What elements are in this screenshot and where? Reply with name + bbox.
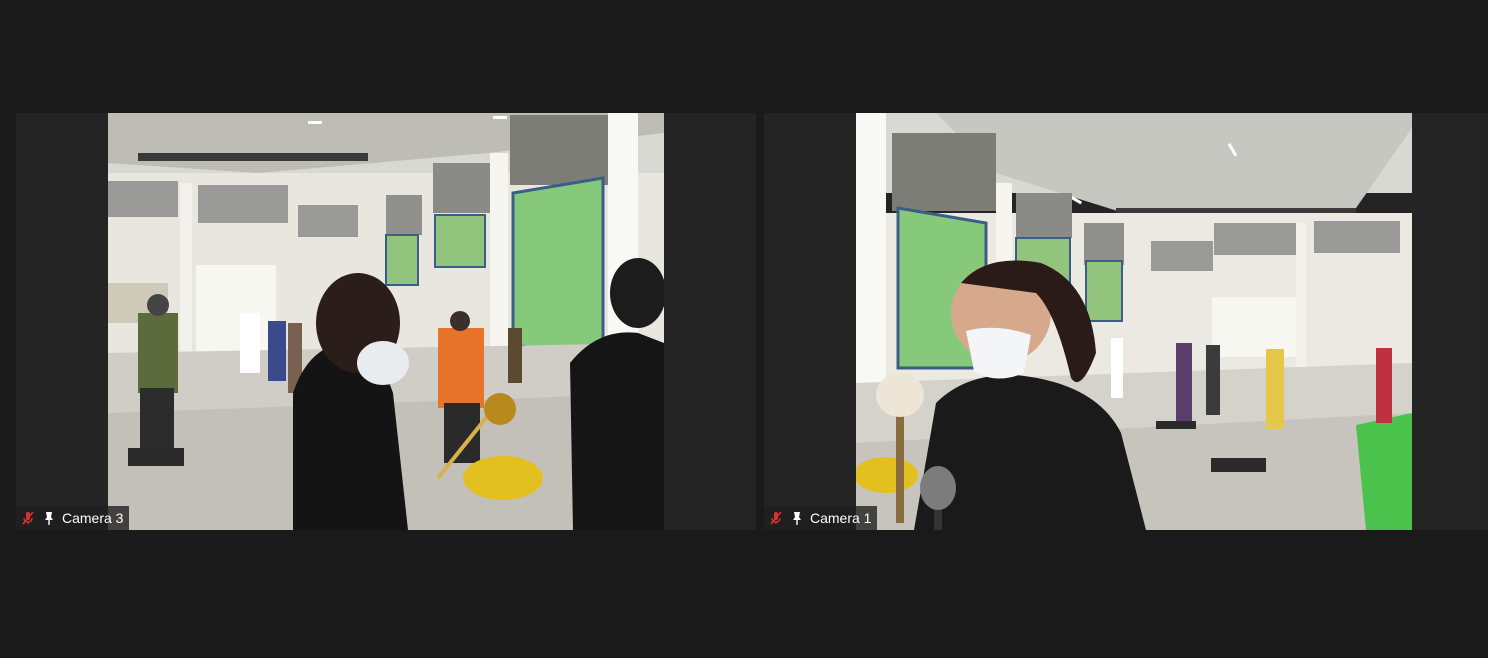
participant-tile-camera-3[interactable]: Camera 3 bbox=[16, 113, 756, 530]
pin-icon[interactable] bbox=[41, 510, 57, 526]
participant-name-tag: Camera 3 bbox=[16, 506, 130, 530]
participant-video bbox=[856, 113, 1412, 530]
participant-tile-camera-1[interactable]: Camera 1 bbox=[764, 113, 1488, 530]
participant-name: Camera 3 bbox=[62, 510, 124, 526]
video-frame bbox=[856, 113, 1412, 530]
participant-video bbox=[108, 113, 664, 530]
mic-muted-icon bbox=[768, 510, 784, 526]
participant-name-tag: Camera 1 bbox=[764, 506, 878, 530]
gallery-view: Camera 3 Camera 1 bbox=[0, 0, 1488, 658]
participant-name: Camera 1 bbox=[810, 510, 872, 526]
mic-muted-icon bbox=[20, 510, 36, 526]
pin-icon[interactable] bbox=[789, 510, 805, 526]
video-frame bbox=[108, 113, 664, 530]
